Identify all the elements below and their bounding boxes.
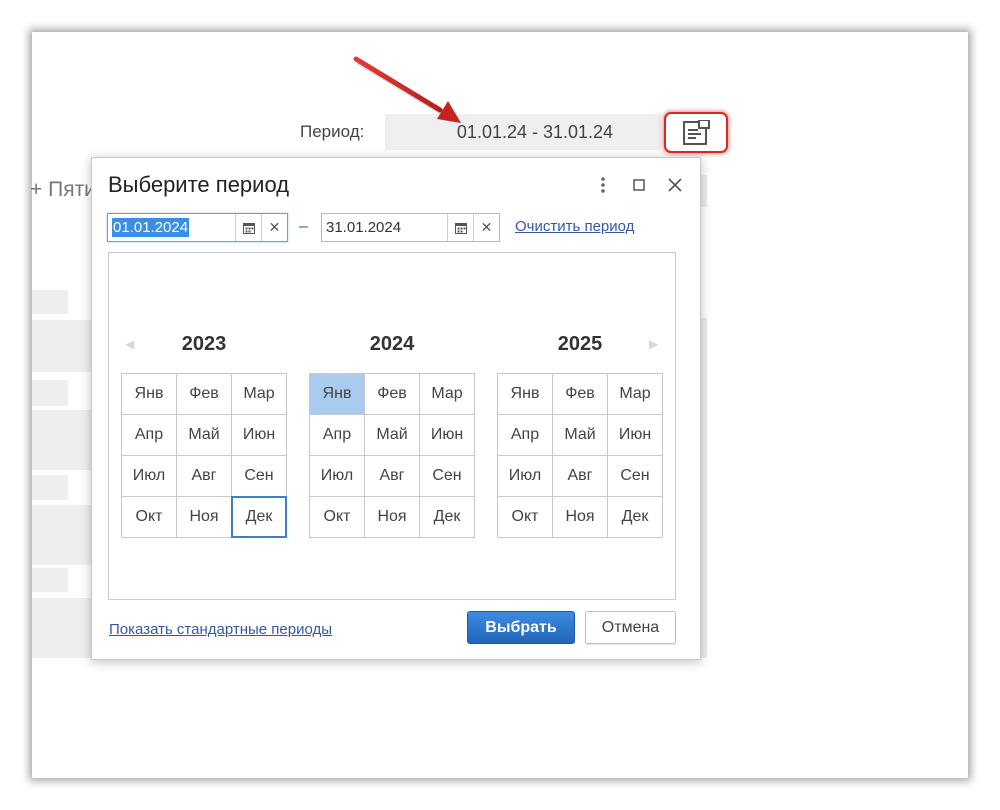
month-cell[interactable]: Дек (420, 497, 475, 538)
month-cell[interactable]: Фев (553, 374, 608, 415)
month-cell[interactable]: Ноя (365, 497, 420, 538)
month-cell[interactable]: Сен (608, 456, 663, 497)
month-cell[interactable]: Дек (608, 497, 663, 538)
month-cell[interactable]: Апр (122, 415, 177, 456)
month-cell[interactable]: Мар (232, 374, 287, 415)
month-cell[interactable]: Июн (608, 415, 663, 456)
month-cell[interactable]: Апр (310, 415, 365, 456)
month-cell[interactable]: Окт (122, 497, 177, 538)
month-cell[interactable]: Сен (420, 456, 475, 497)
month-cell[interactable]: Окт (310, 497, 365, 538)
month-cell[interactable]: Мар (420, 374, 475, 415)
month-calendar: ◀ ▶ 2023 2024 2025 Янв Фев Мар Апр Май Июн Июл… (108, 252, 676, 600)
month-cell[interactable]: Авг (553, 456, 608, 497)
clear-icon[interactable]: ✕ (261, 214, 287, 241)
clear-icon[interactable]: ✕ (473, 214, 499, 241)
year-label: 2025 (557, 333, 603, 355)
maximize-icon[interactable] (630, 174, 648, 196)
month-cell[interactable]: Июн (232, 415, 287, 456)
year-label: 2023 (181, 333, 227, 355)
months-grid: Янв Фев Мар Апр Май Июн Июл Авг Сен Окт Ноя Дек (497, 373, 663, 538)
month-cell[interactable]: Май (177, 415, 232, 456)
close-icon[interactable] (666, 174, 684, 196)
end-date-field[interactable]: 31.01.2024 ✕ (321, 213, 500, 242)
dialog-title: Выберите период (108, 172, 290, 197)
month-cell[interactable]: Авг (365, 456, 420, 497)
month-cell[interactable]: Ноя (177, 497, 232, 538)
months-grid: Янв Фев Мар Апр Май Июн Июл Авг Сен Окт Ноя Дек (309, 373, 475, 538)
month-cell[interactable]: Сен (232, 456, 287, 497)
show-standard-periods-link[interactable]: Показать стандартные периоды (109, 621, 332, 638)
month-cell[interactable]: Июл (122, 456, 177, 497)
month-cell[interactable]: Фев (365, 374, 420, 415)
month-cell[interactable]: Янв (310, 374, 365, 415)
months-grid: Янв Фев Мар Апр Май Июн Июл Авг Сен Окт Ноя Дек (121, 373, 287, 538)
month-cell[interactable]: Янв (498, 374, 553, 415)
select-button[interactable]: Выбрать (467, 611, 575, 644)
month-cell[interactable]: Окт (498, 497, 553, 538)
date-range-dash: – (299, 218, 308, 235)
cancel-button[interactable]: Отмена (585, 611, 676, 644)
month-cell[interactable]: Май (553, 415, 608, 456)
month-cell[interactable]: Янв (122, 374, 177, 415)
more-vert-icon[interactable] (594, 174, 612, 196)
year-label: 2024 (369, 333, 415, 355)
end-date-value: 31.01.2024 (326, 219, 402, 236)
month-cell[interactable]: Июл (310, 456, 365, 497)
month-cell[interactable]: Фев (177, 374, 232, 415)
month-cell[interactable]: Дек (231, 496, 287, 538)
start-date-value: 01.01.2024 (112, 218, 190, 237)
month-cell[interactable]: Мар (608, 374, 663, 415)
month-cell[interactable]: Июн (420, 415, 475, 456)
month-cell[interactable]: Май (365, 415, 420, 456)
month-cell[interactable]: Ноя (553, 497, 608, 538)
month-cell[interactable]: Июл (498, 456, 553, 497)
calendar-icon[interactable] (235, 214, 261, 241)
start-date-field[interactable]: 01.01.2024 ✕ (107, 213, 288, 242)
calendar-icon[interactable] (447, 214, 473, 241)
period-dialog: Выберите период 01.01.2024 ✕ – 31.01.202… (91, 157, 701, 660)
month-cell[interactable]: Апр (498, 415, 553, 456)
clear-period-link[interactable]: Очистить период (515, 218, 634, 235)
month-cell[interactable]: Авг (177, 456, 232, 497)
